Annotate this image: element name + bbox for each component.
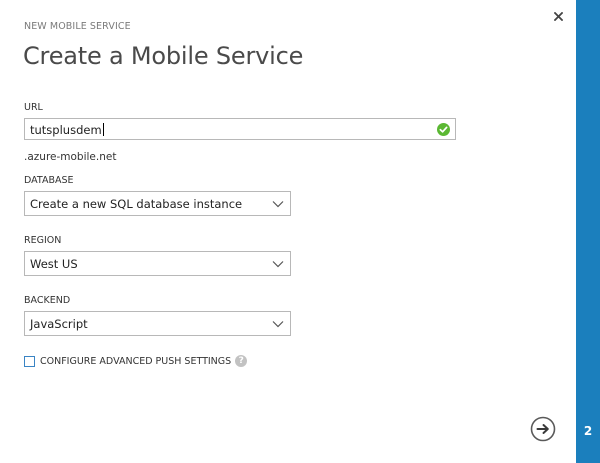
wizard-step-number: 2 bbox=[583, 424, 593, 438]
region-label: REGION bbox=[24, 235, 62, 246]
close-button[interactable] bbox=[550, 7, 566, 25]
url-domain-suffix: .azure-mobile.net bbox=[24, 151, 117, 163]
next-button[interactable] bbox=[530, 416, 556, 442]
chevron-down-icon bbox=[272, 201, 284, 208]
dialog-title: Create a Mobile Service bbox=[23, 42, 304, 70]
text-caret bbox=[102, 123, 104, 136]
advanced-push-checkbox[interactable] bbox=[24, 355, 35, 367]
chevron-down-icon bbox=[272, 321, 284, 328]
url-input[interactable]: tutsplusdem bbox=[24, 118, 456, 140]
backend-label: BACKEND bbox=[24, 295, 71, 306]
url-label: URL bbox=[24, 102, 43, 113]
backend-selected-value: JavaScript bbox=[30, 317, 88, 331]
region-select[interactable]: West US bbox=[24, 251, 291, 276]
backend-select[interactable]: JavaScript bbox=[24, 311, 291, 336]
close-icon bbox=[553, 11, 563, 21]
help-icon[interactable]: ? bbox=[235, 355, 248, 367]
create-mobile-service-dialog: NEW MOBILE SERVICE Create a Mobile Servi… bbox=[0, 0, 600, 463]
region-selected-value: West US bbox=[30, 257, 78, 271]
advanced-push-label[interactable]: CONFIGURE ADVANCED PUSH SETTINGS bbox=[40, 356, 231, 367]
advanced-push-row: CONFIGURE ADVANCED PUSH SETTINGS ? bbox=[24, 353, 248, 369]
url-input-value: tutsplusdem bbox=[30, 123, 104, 137]
database-label: DATABASE bbox=[24, 175, 74, 186]
dialog-subtitle: NEW MOBILE SERVICE bbox=[24, 21, 131, 32]
check-circle-icon bbox=[437, 123, 450, 136]
chevron-down-icon bbox=[272, 261, 284, 268]
database-selected-value: Create a new SQL database instance bbox=[30, 197, 243, 211]
database-select[interactable]: Create a new SQL database instance bbox=[24, 191, 291, 216]
wizard-step-panel: 2 bbox=[576, 0, 600, 463]
dialog-content: NEW MOBILE SERVICE Create a Mobile Servi… bbox=[0, 0, 576, 463]
